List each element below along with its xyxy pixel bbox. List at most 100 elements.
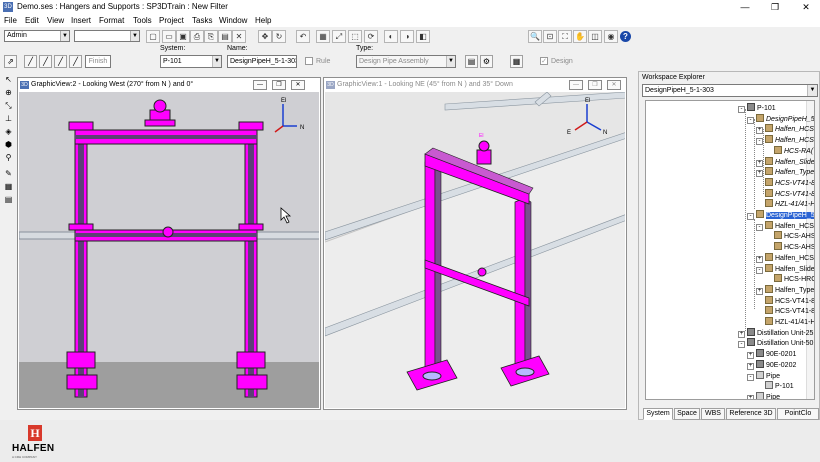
collapse-icon[interactable]: -: [747, 116, 754, 124]
properties-icon[interactable]: ▦: [316, 30, 330, 43]
copy-icon[interactable]: ⎘: [204, 30, 218, 43]
tree-item[interactable]: - Pipe: [747, 370, 780, 381]
tree-item[interactable]: - P-101: [738, 103, 776, 113]
tree-item[interactable]: HCS-VT41-84: [756, 306, 814, 316]
tree-item[interactable]: HCS-VT41-84: [756, 177, 814, 188]
tree-item[interactable]: HCS-HRG: [765, 274, 814, 284]
tree-item[interactable]: + Distillation Unit-25: [738, 327, 813, 338]
menu-view[interactable]: View: [47, 15, 64, 27]
explorer-combo[interactable]: DesignPipeH_5-1-303 ▼: [642, 84, 818, 97]
collapse-icon[interactable]: -: [747, 373, 754, 381]
print-icon[interactable]: ⎙: [190, 30, 204, 43]
component-icon[interactable]: ◈: [3, 126, 14, 137]
help-icon[interactable]: ?: [620, 31, 631, 42]
hide-icon[interactable]: ◐: [384, 30, 398, 43]
tree-item[interactable]: + Halfen_SlideS: [756, 156, 814, 167]
support-icon[interactable]: ⊥: [3, 113, 14, 124]
expand-icon[interactable]: +: [756, 287, 763, 295]
show-icon[interactable]: ◑: [400, 30, 414, 43]
edit-icon[interactable]: ╱: [24, 55, 37, 68]
expand-icon[interactable]: +: [756, 170, 763, 178]
grid-icon[interactable]: ▦: [3, 181, 14, 192]
tree-item[interactable]: P-101: [756, 381, 794, 391]
filter-combo[interactable]: ▼: [74, 30, 140, 42]
view-restore-button[interactable]: ❐: [588, 80, 602, 90]
permission-group-combo[interactable]: Admin ▼: [4, 30, 70, 42]
render-icon[interactable]: ◉: [604, 30, 618, 43]
move-icon[interactable]: ✥: [258, 30, 272, 43]
place-icon[interactable]: ⊕: [3, 87, 14, 98]
modify-icon[interactable]: ✎: [3, 168, 14, 179]
tree-item[interactable]: HCS-VT41-84: [756, 295, 814, 306]
tree-item[interactable]: - DesignPipeH_5-1-: [747, 113, 814, 124]
tree-item[interactable]: + Halfen_HCS-: [756, 124, 814, 135]
view-close-button[interactable]: ✕: [291, 80, 305, 90]
tree-item[interactable]: HZL-41/41-H: [756, 199, 814, 209]
system-combo[interactable]: P-101 ▼: [160, 55, 222, 68]
pan-icon[interactable]: ✋: [573, 30, 587, 43]
collapse-icon[interactable]: -: [738, 341, 745, 349]
menu-insert[interactable]: Insert: [71, 15, 91, 27]
tab-system[interactable]: System: [643, 408, 673, 420]
menu-project[interactable]: Project: [159, 15, 184, 27]
rotate-icon[interactable]: ↻: [272, 30, 286, 43]
tree-item[interactable]: HCS-AHS: [765, 231, 814, 241]
tree-item[interactable]: +90E-0201: [747, 349, 796, 360]
collapse-icon[interactable]: -: [756, 138, 763, 146]
properties-icon[interactable]: ▤: [465, 55, 478, 68]
tree-item[interactable]: - DesignPipeH_5-1: [747, 210, 814, 220]
delete-icon[interactable]: ✕: [232, 30, 246, 43]
view-icon[interactable]: ◫: [588, 30, 602, 43]
tree-item[interactable]: +90E-0202: [747, 359, 796, 370]
expand-icon[interactable]: +: [747, 394, 754, 399]
edit-icon-2[interactable]: ╱: [39, 55, 52, 68]
tree-item[interactable]: HZL-41/41-H: [756, 317, 814, 327]
refresh-icon[interactable]: ⟳: [364, 30, 378, 43]
expand-icon[interactable]: +: [747, 362, 754, 370]
expand-icon[interactable]: +: [756, 159, 763, 167]
tree-item[interactable]: - Halfen_HCS-: [756, 135, 814, 146]
select-icon[interactable]: ⬚: [348, 30, 362, 43]
tree-item[interactable]: - Distillation Unit-50: [738, 338, 813, 349]
tab-wbs[interactable]: WBS: [701, 408, 725, 420]
assembly-icon[interactable]: ⬢: [3, 139, 14, 150]
tree-item[interactable]: - Halfen_SlideS: [756, 263, 814, 274]
graphic-view-right[interactable]: 3D GraphicView:1 - Looking NE (45° from …: [323, 77, 627, 410]
menu-help[interactable]: Help: [255, 15, 271, 27]
graphic-view-left[interactable]: 3D GraphicView:2 - Looking West (270° fr…: [17, 77, 321, 410]
paste-icon[interactable]: ▤: [218, 30, 232, 43]
undo-icon[interactable]: ↶: [296, 30, 310, 43]
edit-icon-3[interactable]: ╱: [54, 55, 67, 68]
type-combo[interactable]: Design Pipe Assembly ▼: [356, 55, 456, 68]
view-restore-button[interactable]: ❐: [272, 80, 286, 90]
finish-button[interactable]: Finish: [85, 55, 111, 68]
zoom-area-icon[interactable]: ⊡: [543, 30, 557, 43]
view-canvas-right[interactable]: El El N E: [325, 92, 625, 408]
list-icon[interactable]: ▤: [3, 194, 14, 205]
name-field[interactable]: DesignPipeH_5-1-303: [227, 55, 297, 68]
expand-icon[interactable]: +: [738, 330, 745, 338]
collapse-icon[interactable]: -: [756, 223, 763, 231]
expand-icon[interactable]: +: [756, 127, 763, 135]
fit-icon[interactable]: ⛶: [558, 30, 572, 43]
tree-item[interactable]: + Pipe: [747, 391, 780, 399]
zoom-icon[interactable]: 🔍: [528, 30, 542, 43]
route-icon[interactable]: ⤡: [3, 100, 14, 111]
clip-icon[interactable]: ◧: [416, 30, 430, 43]
tree-item[interactable]: + Halfen_Type-: [756, 167, 814, 178]
menu-format[interactable]: Format: [99, 15, 124, 27]
measure-icon[interactable]: ⤢: [332, 30, 346, 43]
select-arrow-icon[interactable]: ⇗: [4, 55, 17, 68]
connection-icon[interactable]: ⚲: [3, 152, 14, 163]
save-icon[interactable]: ▣: [176, 30, 190, 43]
menu-tasks[interactable]: Tasks: [192, 15, 212, 27]
expand-icon[interactable]: +: [756, 255, 763, 263]
menu-edit[interactable]: Edit: [25, 15, 39, 27]
tree-item[interactable]: - Halfen_HCS-: [756, 220, 814, 231]
tree-item[interactable]: HCS-VT41-84: [756, 188, 814, 199]
tree-item[interactable]: + Halfen_Type-: [756, 284, 814, 295]
lock-icon[interactable]: ▦: [510, 55, 523, 68]
tree-item[interactable]: HCS-RA(: [765, 145, 813, 156]
collapse-icon[interactable]: -: [738, 106, 745, 113]
tab-pointcloud[interactable]: PointClo: [777, 408, 819, 420]
